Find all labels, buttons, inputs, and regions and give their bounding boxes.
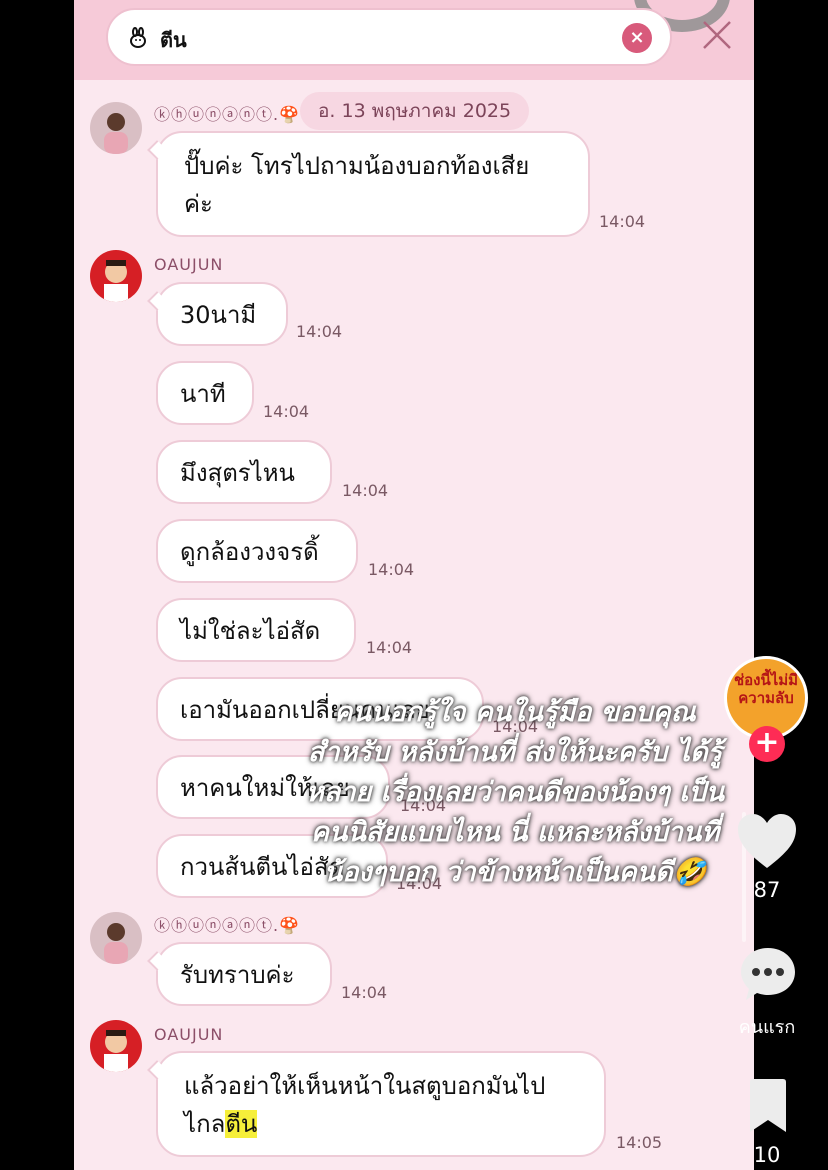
message-bubble: ไม่ใช่ละไอ่สัด <box>156 598 356 662</box>
message-bubble: ปั๊บค่ะ โทรไปถามน้องบอกท้องเสีย ค่ะ <box>147 131 590 237</box>
message-text: ไม่ใช่ละไอ่สัด <box>180 616 321 645</box>
message-text: มึงสุตรไหน <box>180 458 295 487</box>
message-time: 14:04 <box>341 983 388 1002</box>
avatar[interactable] <box>90 1020 142 1072</box>
avatar[interactable] <box>90 102 142 154</box>
search-query: ตีน <box>160 28 187 52</box>
chat-screenshot: ตีน × ⓚⓗⓤⓝⓐⓝⓣ.🍄 อ. 13 พฤษภาคม 2025 ปั๊บค… <box>74 0 754 1170</box>
date-separator: อ. 13 พฤษภาคม 2025 <box>300 92 530 130</box>
bookmark-count: 10 <box>753 1143 781 1167</box>
message-text: ปั๊บค่ะ โทรไปถามน้องบอกท้องเสีย ค่ะ <box>184 152 530 218</box>
search-input[interactable]: ตีน × <box>106 8 672 66</box>
comment-icon[interactable] <box>738 944 798 1004</box>
follow-button[interactable]: + <box>749 726 785 762</box>
sender-name: OAUJUN <box>154 1025 224 1044</box>
rabbit-icon <box>130 27 146 48</box>
message-time: 14:04 <box>599 212 646 231</box>
highlighted-search-match: ตีน <box>225 1110 258 1138</box>
avatar[interactable] <box>90 250 142 302</box>
message-bubble: 30นามี <box>147 282 288 346</box>
message-bubble: นาที <box>156 361 254 425</box>
sender-name: ⓚⓗⓤⓝⓐⓝⓣ.🍄 <box>154 916 301 935</box>
message-text: ดูกล้องวงจรดิ้ <box>180 537 319 566</box>
search-header: ตีน × <box>74 0 754 80</box>
message-text: รับทราบค่ะ <box>180 960 295 989</box>
comment-count: คนแรก <box>738 1017 796 1038</box>
message-bubble: แล้วอย่าให้เห็นหน้าในสตูบอกมันไป ไกลตีน <box>147 1051 606 1157</box>
message-time: 14:05 <box>616 1133 663 1152</box>
message-time: 14:04 <box>342 481 389 500</box>
sender-name: OAUJUN <box>154 255 224 274</box>
message-bubble: รับทราบค่ะ <box>147 942 332 1006</box>
sender-name: ⓚⓗⓤⓝⓐⓝⓣ.🍄 <box>154 105 301 124</box>
message-time: 14:04 <box>366 638 413 657</box>
message-bubble: ดูกล้องวงจรดิ้ <box>156 519 358 583</box>
message-time: 14:04 <box>368 560 415 579</box>
message-bubble: มึงสุตรไหน <box>156 440 332 504</box>
message-time: 14:04 <box>263 402 310 421</box>
message-time: 14:04 <box>296 322 343 341</box>
close-icon[interactable] <box>700 18 734 52</box>
like-count: 87 <box>753 878 781 902</box>
avatar[interactable] <box>90 912 142 964</box>
creator-badge-text: ช่องนี้ไม่มีความลับ <box>733 671 799 707</box>
message-text: 30นามี <box>180 300 257 329</box>
left-black-bar <box>0 0 74 1170</box>
heart-icon[interactable] <box>736 812 798 870</box>
bookmark-icon[interactable] <box>746 1078 790 1134</box>
clear-icon[interactable]: × <box>622 23 652 53</box>
message-text: นาที <box>180 379 226 408</box>
video-caption-overlay: คนนอกรู้ใจ คนในรู้มือ ขอบคุณสำหรับ หลังบ… <box>305 697 725 888</box>
